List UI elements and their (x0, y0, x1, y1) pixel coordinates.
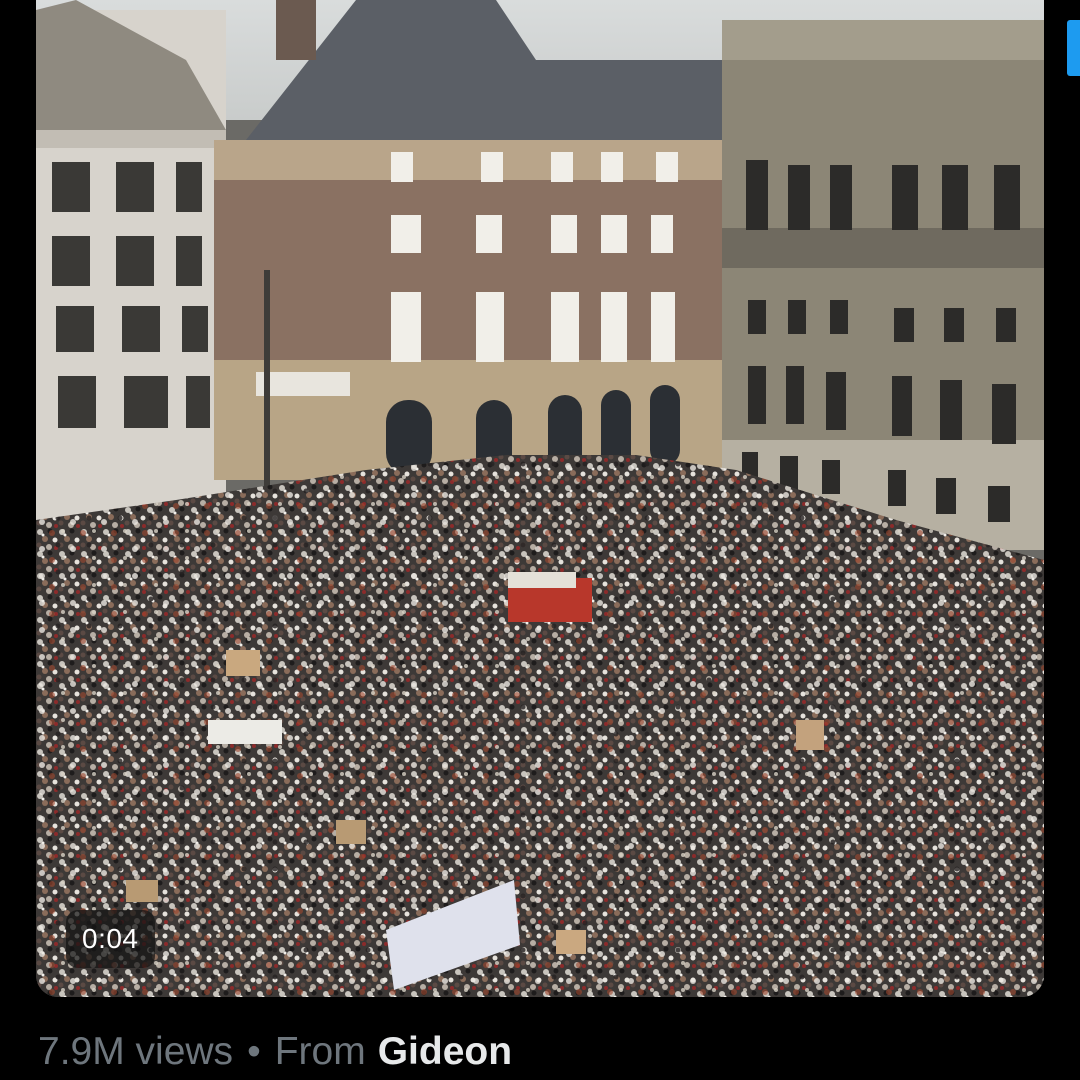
video-timestamp-badge: 0:04 (66, 910, 155, 968)
from-label: From (274, 1030, 366, 1073)
side-accent-marker (1067, 20, 1080, 76)
author-link[interactable]: Gideon (378, 1030, 512, 1074)
video-player[interactable]: 0:04 (36, 0, 1044, 997)
tweet-media-view: 0:04 7.9M views • From Gideon (0, 0, 1080, 1080)
video-frame[interactable] (36, 0, 1044, 997)
view-count: 7.9M views (38, 1030, 234, 1073)
video-meta-row: 7.9M views • From Gideon (38, 1028, 512, 1076)
meta-separator: • (247, 1030, 261, 1073)
